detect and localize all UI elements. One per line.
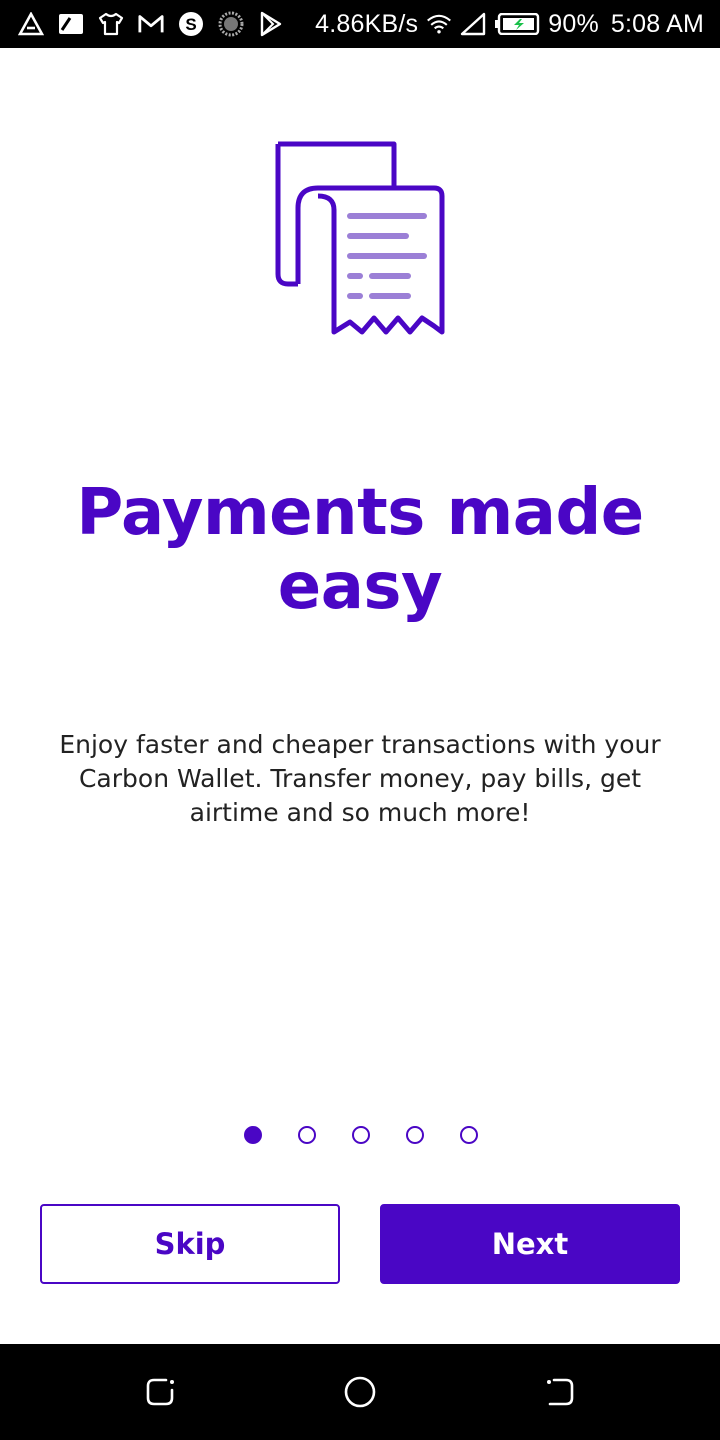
next-button[interactable]: Next	[380, 1204, 680, 1284]
receipt-documents-icon	[270, 138, 450, 344]
onboarding-title: Payments made easy	[76, 476, 644, 624]
page-indicator	[0, 1124, 720, 1146]
next-button-label: Next	[491, 1227, 569, 1261]
back-icon[interactable]	[542, 1374, 578, 1410]
wifi-icon	[426, 11, 452, 37]
system-indicators: 4.86KB/s 90% 5:08 AM	[315, 11, 704, 37]
page-dot-3[interactable]	[352, 1126, 370, 1144]
network-speed: 4.86KB/s	[315, 9, 419, 38]
skip-button-label: Skip	[154, 1227, 226, 1261]
battery-charging-icon	[494, 11, 540, 37]
navigation-bar	[0, 1344, 720, 1440]
skype-icon: S	[178, 11, 204, 37]
page-dot-5[interactable]	[460, 1126, 478, 1144]
page-dot-4[interactable]	[406, 1126, 424, 1144]
notification-icons: S	[18, 11, 284, 37]
recent-apps-icon[interactable]	[142, 1374, 178, 1410]
news-icon	[58, 11, 84, 37]
alert-triangle-icon	[18, 11, 44, 37]
skip-button[interactable]: Skip	[40, 1204, 340, 1284]
play-store-icon	[258, 11, 284, 37]
gmail-icon	[138, 11, 164, 37]
battery-percent: 90%	[548, 9, 599, 38]
svg-text:S: S	[185, 15, 196, 34]
home-icon[interactable]	[342, 1374, 378, 1410]
dotted-circle-icon	[218, 11, 244, 37]
page-dot-2[interactable]	[298, 1126, 316, 1144]
tshirt-icon	[98, 11, 124, 37]
clock: 5:08 AM	[610, 9, 704, 38]
onboarding-description: Enjoy faster and cheaper transactions wi…	[59, 730, 661, 827]
page-dot-1[interactable]	[244, 1126, 262, 1144]
signal-icon	[460, 11, 486, 37]
status-bar: S 4.86KB/s 90% 5:08 AM	[0, 0, 720, 48]
